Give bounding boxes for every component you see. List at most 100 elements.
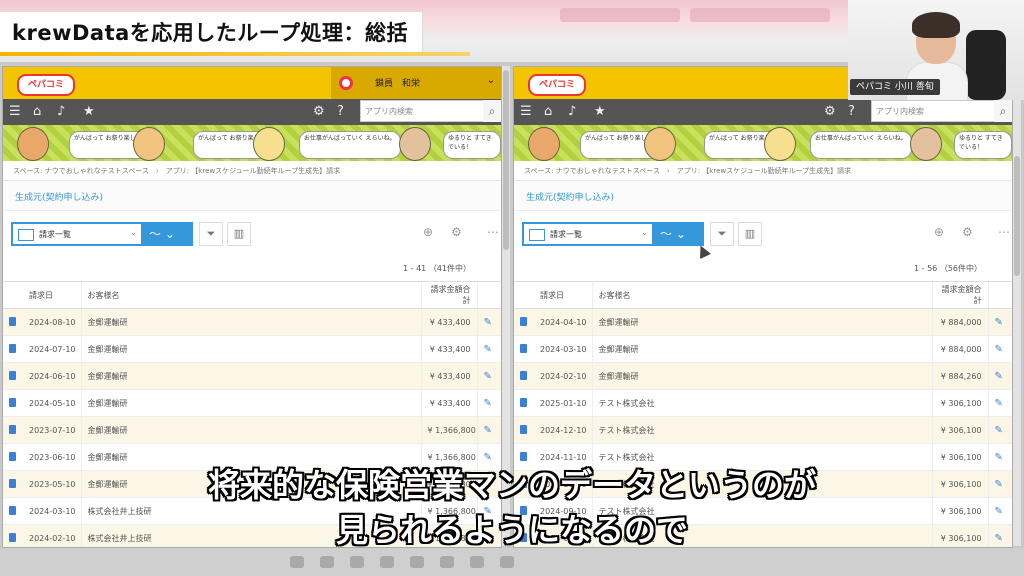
graph-button[interactable]: 〜 ⌄ bbox=[143, 222, 193, 246]
bar-chart-icon[interactable]: ▥ bbox=[738, 222, 762, 246]
edit-pencil-icon[interactable]: ✎ bbox=[484, 371, 492, 382]
cell-customer: テスト株式会社 bbox=[591, 389, 932, 417]
gear-icon[interactable]: ⚙ bbox=[313, 104, 325, 120]
gear-icon[interactable]: ⚙ bbox=[824, 104, 836, 120]
more-options-icon[interactable]: ⋯ bbox=[998, 225, 1010, 239]
speech-bubble: お仕事がんばっていく えらいね。 bbox=[810, 131, 912, 159]
record-detail-icon[interactable] bbox=[520, 424, 527, 434]
record-detail-icon[interactable] bbox=[9, 397, 16, 407]
bell-icon[interactable]: ♪ bbox=[57, 104, 65, 120]
character-face bbox=[644, 127, 676, 161]
cell-customer: 金郵運輸研 bbox=[80, 335, 421, 363]
edit-pencil-icon[interactable]: ✎ bbox=[995, 371, 1003, 382]
home-icon[interactable]: ⌂ bbox=[33, 104, 41, 120]
bar-chart-icon[interactable]: ▥ bbox=[227, 222, 251, 246]
record-detail-icon[interactable] bbox=[9, 316, 16, 326]
star-icon[interactable]: ★ bbox=[594, 104, 606, 120]
search-input[interactable]: アプリ内検索 bbox=[871, 100, 995, 122]
search-icon[interactable]: ⌕ bbox=[994, 100, 1012, 122]
add-record-icon[interactable]: ⊕ bbox=[423, 225, 433, 239]
app-name-link[interactable]: 生成元(契約申し込み) bbox=[514, 181, 1012, 211]
menu-icon[interactable]: ☰ bbox=[9, 104, 21, 120]
search-icon[interactable]: ⌕ bbox=[483, 100, 501, 122]
user-menu[interactable]: 鎖員 和栄 ⌄ bbox=[331, 67, 501, 99]
menu-icon[interactable]: ☰ bbox=[520, 104, 532, 120]
table-row[interactable]: 2023-07-10 金郵運輸研 ¥ 1,366,800 ✎ bbox=[3, 416, 501, 444]
edit-pencil-icon[interactable]: ✎ bbox=[995, 317, 1003, 328]
record-detail-icon[interactable] bbox=[520, 316, 527, 326]
column-header-date[interactable]: 請求日 bbox=[534, 281, 592, 309]
settings-gear-icon[interactable]: ⚙ bbox=[451, 225, 462, 239]
table-row[interactable]: 2024-04-10 金郵運輸研 ¥ 884,000 ✎ bbox=[514, 308, 1012, 336]
cell-amount: ¥ 433,400 bbox=[420, 335, 477, 363]
breadcrumb[interactable]: スペース: ナウでおしゃれなテストスペース › アプリ: 【krewスケジュール… bbox=[3, 161, 501, 181]
cell-amount: ¥ 1,366,800 bbox=[420, 416, 477, 444]
taskbar-app-icon[interactable] bbox=[380, 556, 394, 568]
cell-amount: ¥ 306,100 bbox=[931, 389, 988, 417]
edit-pencil-icon[interactable]: ✎ bbox=[995, 425, 1003, 436]
edit-pencil-icon[interactable]: ✎ bbox=[484, 344, 492, 355]
column-header-customer[interactable]: お客様名 bbox=[591, 281, 932, 309]
star-icon[interactable]: ★ bbox=[83, 104, 95, 120]
table-row[interactable]: 2024-02-10 金郵運輸研 ¥ 884,260 ✎ bbox=[514, 362, 1012, 390]
taskbar-app-icon[interactable] bbox=[410, 556, 424, 568]
browser-tab[interactable] bbox=[560, 8, 680, 22]
speech-bubble: ゆるりと すてきでいる！ bbox=[443, 131, 501, 159]
table-row[interactable]: 2024-06-10 金郵運輸研 ¥ 433,400 ✎ bbox=[3, 362, 501, 390]
table-icon bbox=[18, 229, 34, 241]
taskbar-app-icon[interactable] bbox=[440, 556, 454, 568]
record-detail-icon[interactable] bbox=[9, 370, 16, 380]
view-selector[interactable]: 請求一覧 ⌄ bbox=[11, 222, 143, 246]
record-detail-icon[interactable] bbox=[520, 397, 527, 407]
character-banner: がんばって お祭り楽しいよ！ がんばって お祭り楽しいよ！ お仕事がんばっていく… bbox=[3, 125, 501, 161]
cell-customer: 金郵運輸研 bbox=[80, 362, 421, 390]
edit-pencil-icon[interactable]: ✎ bbox=[995, 344, 1003, 355]
cell-customer: 金郵運輸研 bbox=[80, 416, 421, 444]
taskbar-app-icon[interactable] bbox=[290, 556, 304, 568]
bell-icon[interactable]: ♪ bbox=[568, 104, 576, 120]
column-header-date[interactable]: 請求日 bbox=[23, 281, 81, 309]
edit-pencil-icon[interactable]: ✎ bbox=[995, 398, 1003, 409]
record-detail-icon[interactable] bbox=[9, 343, 16, 353]
taskbar-app-icon[interactable] bbox=[470, 556, 484, 568]
more-options-icon[interactable]: ⋯ bbox=[487, 225, 499, 239]
table-row[interactable]: 2024-08-10 金郵運輸研 ¥ 433,400 ✎ bbox=[3, 308, 501, 336]
edit-pencil-icon[interactable]: ✎ bbox=[484, 317, 492, 328]
table-row[interactable]: 2024-12-10 テスト株式会社 ¥ 306,100 ✎ bbox=[514, 416, 1012, 444]
settings-gear-icon[interactable]: ⚙ bbox=[962, 225, 973, 239]
cell-date: 2024-04-10 bbox=[534, 308, 592, 336]
record-detail-icon[interactable] bbox=[520, 343, 527, 353]
taskbar-app-icon[interactable] bbox=[350, 556, 364, 568]
column-header-customer[interactable]: お客様名 bbox=[80, 281, 421, 309]
home-icon[interactable]: ⌂ bbox=[544, 104, 552, 120]
filter-icon[interactable]: ⏷ bbox=[710, 222, 734, 246]
column-header-amount[interactable]: 請求金額合計 bbox=[931, 281, 988, 309]
taskbar-app-icon[interactable] bbox=[500, 556, 514, 568]
help-icon[interactable]: ? bbox=[337, 104, 344, 120]
filter-icon[interactable]: ⏷ bbox=[199, 222, 223, 246]
record-detail-icon[interactable] bbox=[9, 424, 16, 434]
table-row[interactable]: 2024-05-10 金郵運輸研 ¥ 433,400 ✎ bbox=[3, 389, 501, 417]
table-row[interactable]: 2025-01-10 テスト株式会社 ¥ 306,100 ✎ bbox=[514, 389, 1012, 417]
cell-date: 2024-03-10 bbox=[534, 335, 592, 363]
edit-pencil-icon[interactable]: ✎ bbox=[484, 398, 492, 409]
help-icon[interactable]: ? bbox=[848, 104, 855, 120]
table-row[interactable]: 2024-07-10 金郵運輸研 ¥ 433,400 ✎ bbox=[3, 335, 501, 363]
add-record-icon[interactable]: ⊕ bbox=[934, 225, 944, 239]
search-input[interactable]: アプリ内検索 bbox=[360, 100, 484, 122]
pepacomi-logo[interactable]: ペパコミ bbox=[528, 74, 586, 96]
app-name-link[interactable]: 生成元(契約申し込み) bbox=[3, 181, 501, 211]
browser-tab[interactable] bbox=[690, 8, 830, 22]
breadcrumb[interactable]: スペース: ナウでおしゃれなテストスペース › アプリ: 【krewスケジュール… bbox=[514, 161, 1012, 181]
cell-amount: ¥ 433,400 bbox=[420, 389, 477, 417]
cell-customer: 金郵運輸研 bbox=[80, 389, 421, 417]
record-detail-icon[interactable] bbox=[520, 370, 527, 380]
table-row[interactable]: 2024-03-10 金郵運輸研 ¥ 884,000 ✎ bbox=[514, 335, 1012, 363]
taskbar-app-icon[interactable] bbox=[320, 556, 334, 568]
edit-pencil-icon[interactable]: ✎ bbox=[484, 425, 492, 436]
subtitle-line-1: 将来的な保険営業マンのデータというのが bbox=[207, 466, 816, 504]
view-selector[interactable]: 請求一覧 ⌄ bbox=[522, 222, 654, 246]
column-header-amount[interactable]: 請求金額合計 bbox=[420, 281, 477, 309]
graph-button[interactable]: 〜 ⌄ bbox=[654, 222, 704, 246]
pepacomi-logo[interactable]: ペパコミ bbox=[17, 74, 75, 96]
